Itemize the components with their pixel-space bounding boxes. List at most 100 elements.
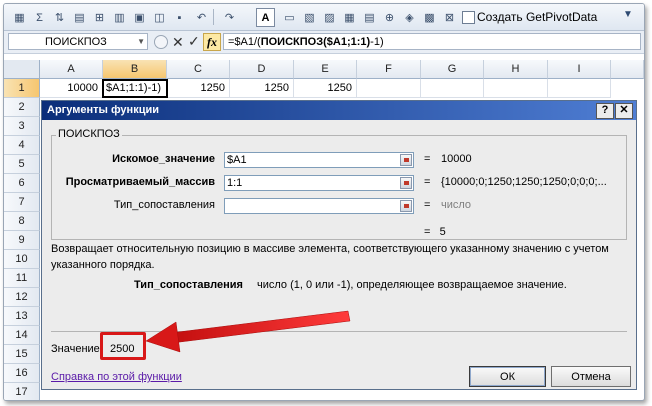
row-header-7[interactable]: 7 [4,193,40,212]
arg-equals: = [424,176,431,188]
collapse-dialog-icon[interactable] [400,200,412,212]
arg-label-lookup-array: Просматриваемый_массив [65,176,215,188]
grid-icon[interactable]: ▦ [10,8,29,27]
arg-description-name: Тип_сопоставления [134,279,243,291]
column-header-d[interactable]: D [230,60,294,79]
cells-icon[interactable]: ▦ [340,8,359,27]
column-header-c[interactable]: C [167,60,230,79]
formula-prefix: =$A1/( [228,36,261,48]
row-header-6[interactable]: 6 [4,174,40,193]
column-header-f[interactable]: F [357,60,421,79]
function-name: ПОИСКПОЗ [56,128,122,140]
row-header-12[interactable]: 12 [4,288,40,307]
arg-description-text: число (1, 0 или -1), определяющее возвра… [257,279,567,291]
row-header-4[interactable]: 4 [4,136,40,155]
cell-h1[interactable] [484,79,548,98]
filter-icon[interactable]: ⊞ [90,8,109,27]
arg-input-lookup-array[interactable]: 1:1 [224,175,414,191]
row-header-3[interactable]: 3 [4,117,40,136]
highlight-box [100,332,146,360]
row-header-15[interactable]: 15 [4,345,40,364]
column-header-e[interactable]: E [294,60,357,79]
row-header-13[interactable]: 13 [4,307,40,326]
arg-equals: = [424,199,431,211]
preview-icon[interactable]: ◫ [150,8,169,27]
arg-result-lookup-array: {10000;0;1250;1250;1250;0;0;0;... [441,176,607,188]
customize-toolbar-icon[interactable]: ▼ [618,9,638,25]
row-header-14[interactable]: 14 [4,326,40,345]
row-header-17[interactable]: 17 [4,383,40,400]
formula-input[interactable]: =$A1/(ПОИСКПОЗ($A1;1:1)-1) [223,33,641,50]
sum-icon[interactable]: Σ [30,8,49,27]
cell-g1[interactable] [421,79,484,98]
help-button[interactable]: ? [596,103,614,119]
print-icon[interactable]: ▣ [130,8,149,27]
dialog-title: Аргументы функции [42,101,636,120]
function-result: = 5 [424,226,446,238]
row-header-16[interactable]: 16 [4,364,40,383]
column-header-g[interactable]: G [421,60,484,79]
chart-icon[interactable]: ▥ [110,8,129,27]
excel-icon[interactable]: ⊠ [440,8,459,27]
formula-suffix: -1) [370,36,384,48]
cell-c1[interactable]: 1250 [168,79,230,98]
cancel-icon[interactable]: ✕ [172,34,184,51]
row-header-10[interactable]: 10 [4,250,40,269]
column-header-a[interactable]: A [40,60,103,79]
name-box[interactable]: ПОИСКПОЗ ▼ [8,33,148,50]
border-icon[interactable]: ▭ [280,8,299,27]
arg-value-lookup-array: 1:1 [227,177,243,189]
sort-icon[interactable]: ⇅ [50,8,69,27]
paste-icon[interactable]: ▧ [300,8,319,27]
cell-d1[interactable]: 1250 [230,79,294,98]
column-header-b[interactable]: B [103,60,167,79]
arg-label-match-type: Тип_сопоставления [113,199,215,211]
select-all-corner[interactable] [4,60,40,79]
excel-window: ▦ Σ ⇅ ▤ ⊞ ▥ ▣ ◫ ▪ ↶ ↷ A ▭ ▧ ▨ ▦ ▤ ⊕ ◈ ▩ … [3,3,645,401]
insert-function-button[interactable]: fx [203,33,221,51]
save-icon[interactable]: ▪ [170,8,189,27]
sheet-icon[interactable]: ▤ [360,8,379,27]
cell-b1-active[interactable]: $A1;1:1)-1) [102,79,168,98]
collapse-dialog-icon[interactable] [400,177,412,189]
row-header-2[interactable]: 2 [4,98,40,117]
row-header-9[interactable]: 9 [4,231,40,250]
font-a-button[interactable]: A [256,8,275,27]
getpivot-label[interactable]: Создать GetPivotData [477,10,597,24]
value-label: Значение: [51,343,103,355]
row-header-8[interactable]: 8 [4,212,40,231]
arg-input-match-type[interactable] [224,198,414,214]
record-icon[interactable]: ▩ [420,8,439,27]
cancel-button[interactable]: Отмена [551,366,631,387]
row-header-5[interactable]: 5 [4,155,40,174]
row-header-1[interactable]: 1 [4,79,40,98]
ok-button[interactable]: ОК [469,366,546,387]
getpivot-checkbox[interactable] [462,11,475,24]
format-icon[interactable]: ▨ [320,8,339,27]
enter-icon[interactable]: ✓ [188,33,200,50]
insert-icon[interactable]: ⊕ [380,8,399,27]
arg-input-lookup-value[interactable]: $A1 [224,152,414,168]
collapse-dialog-icon[interactable] [400,154,412,166]
help-link[interactable]: Справка по этой функции [51,371,182,383]
column-header-next[interactable] [611,60,644,79]
cell-a1[interactable]: 10000 [40,79,103,98]
cell-i1[interactable] [548,79,611,98]
chevron-down-icon[interactable]: ▼ [137,34,145,50]
toolbar-separator [213,9,214,25]
row-header-11[interactable]: 11 [4,269,40,288]
column-header-h[interactable]: H [484,60,548,79]
redo-icon[interactable]: ↷ [220,8,239,27]
table-icon[interactable]: ▤ [70,8,89,27]
quick-access-toolbar: ▦ Σ ⇅ ▤ ⊞ ▥ ▣ ◫ ▪ ↶ ↷ A ▭ ▧ ▨ ▦ ▤ ⊕ ◈ ▩ … [4,4,644,31]
close-button[interactable]: ✕ [615,103,633,119]
cell-e1[interactable]: 1250 [294,79,357,98]
macro-icon[interactable]: ◈ [400,8,419,27]
arg-value-lookup-value: $A1 [227,154,247,166]
undo-icon[interactable]: ↶ [192,8,211,27]
cell-f1[interactable] [357,79,421,98]
column-header-i[interactable]: I [548,60,611,79]
arg-equals: = [424,153,431,165]
expand-icon[interactable] [154,35,168,49]
arg-result-match-type: число [441,199,472,211]
